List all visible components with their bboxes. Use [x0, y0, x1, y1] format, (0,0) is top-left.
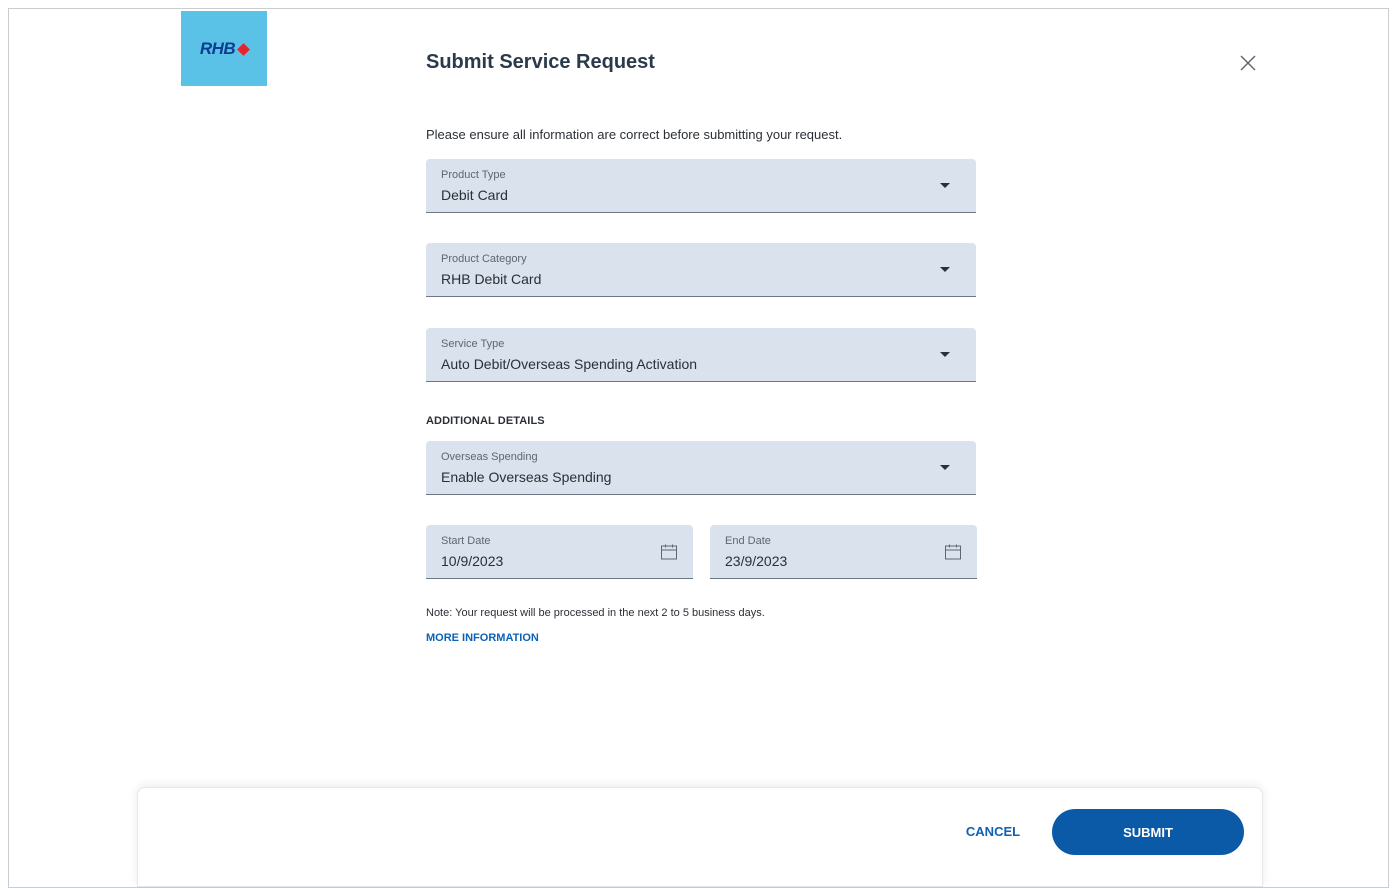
service-type-dropdown[interactable]: Service Type Auto Debit/Overseas Spendin… — [426, 328, 976, 382]
chevron-down-icon — [940, 352, 950, 357]
service-type-value: Auto Debit/Overseas Spending Activation — [441, 356, 698, 372]
calendar-icon[interactable] — [943, 542, 963, 562]
start-date-field[interactable]: Start Date 10/9/2023 — [426, 525, 693, 579]
more-information-link[interactable]: MORE INFORMATION — [426, 632, 539, 644]
product-category-dropdown[interactable]: Product Category RHB Debit Card — [426, 243, 976, 297]
product-category-value: RHB Debit Card — [441, 271, 542, 287]
service-type-label: Service Type — [441, 338, 505, 350]
chevron-down-icon — [940, 465, 950, 470]
close-icon — [1240, 55, 1256, 71]
start-date-value: 10/9/2023 — [441, 553, 504, 569]
overseas-spending-dropdown[interactable]: Overseas Spending Enable Overseas Spendi… — [426, 441, 976, 495]
processing-note: Note: Your request will be processed in … — [426, 607, 765, 619]
chevron-down-icon — [940, 267, 950, 272]
calendar-icon[interactable] — [659, 542, 679, 562]
page-title: Submit Service Request — [426, 51, 655, 73]
overseas-spending-label: Overseas Spending — [441, 451, 538, 463]
intro-text: Please ensure all information are correc… — [426, 127, 843, 142]
cancel-button[interactable]: CANCEL — [948, 809, 1038, 853]
end-date-field[interactable]: End Date 23/9/2023 — [710, 525, 977, 579]
rhb-logo: RHB — [181, 11, 267, 86]
product-type-label: Product Type — [441, 169, 506, 181]
overseas-spending-value: Enable Overseas Spending — [441, 469, 612, 485]
chevron-down-icon — [940, 183, 950, 188]
end-date-label: End Date — [725, 535, 771, 547]
diamond-icon — [237, 42, 251, 56]
product-category-label: Product Category — [441, 253, 527, 265]
additional-details-heading: ADDITIONAL DETAILS — [426, 415, 545, 427]
logo-text: RHB — [199, 38, 236, 58]
product-type-dropdown[interactable]: Product Type Debit Card — [426, 159, 976, 213]
close-button[interactable] — [1238, 53, 1258, 73]
product-type-value: Debit Card — [441, 187, 508, 203]
submit-button[interactable]: SUBMIT — [1052, 809, 1244, 855]
action-footer: CANCEL SUBMIT — [137, 787, 1263, 887]
start-date-label: Start Date — [441, 535, 491, 547]
end-date-value: 23/9/2023 — [725, 553, 788, 569]
